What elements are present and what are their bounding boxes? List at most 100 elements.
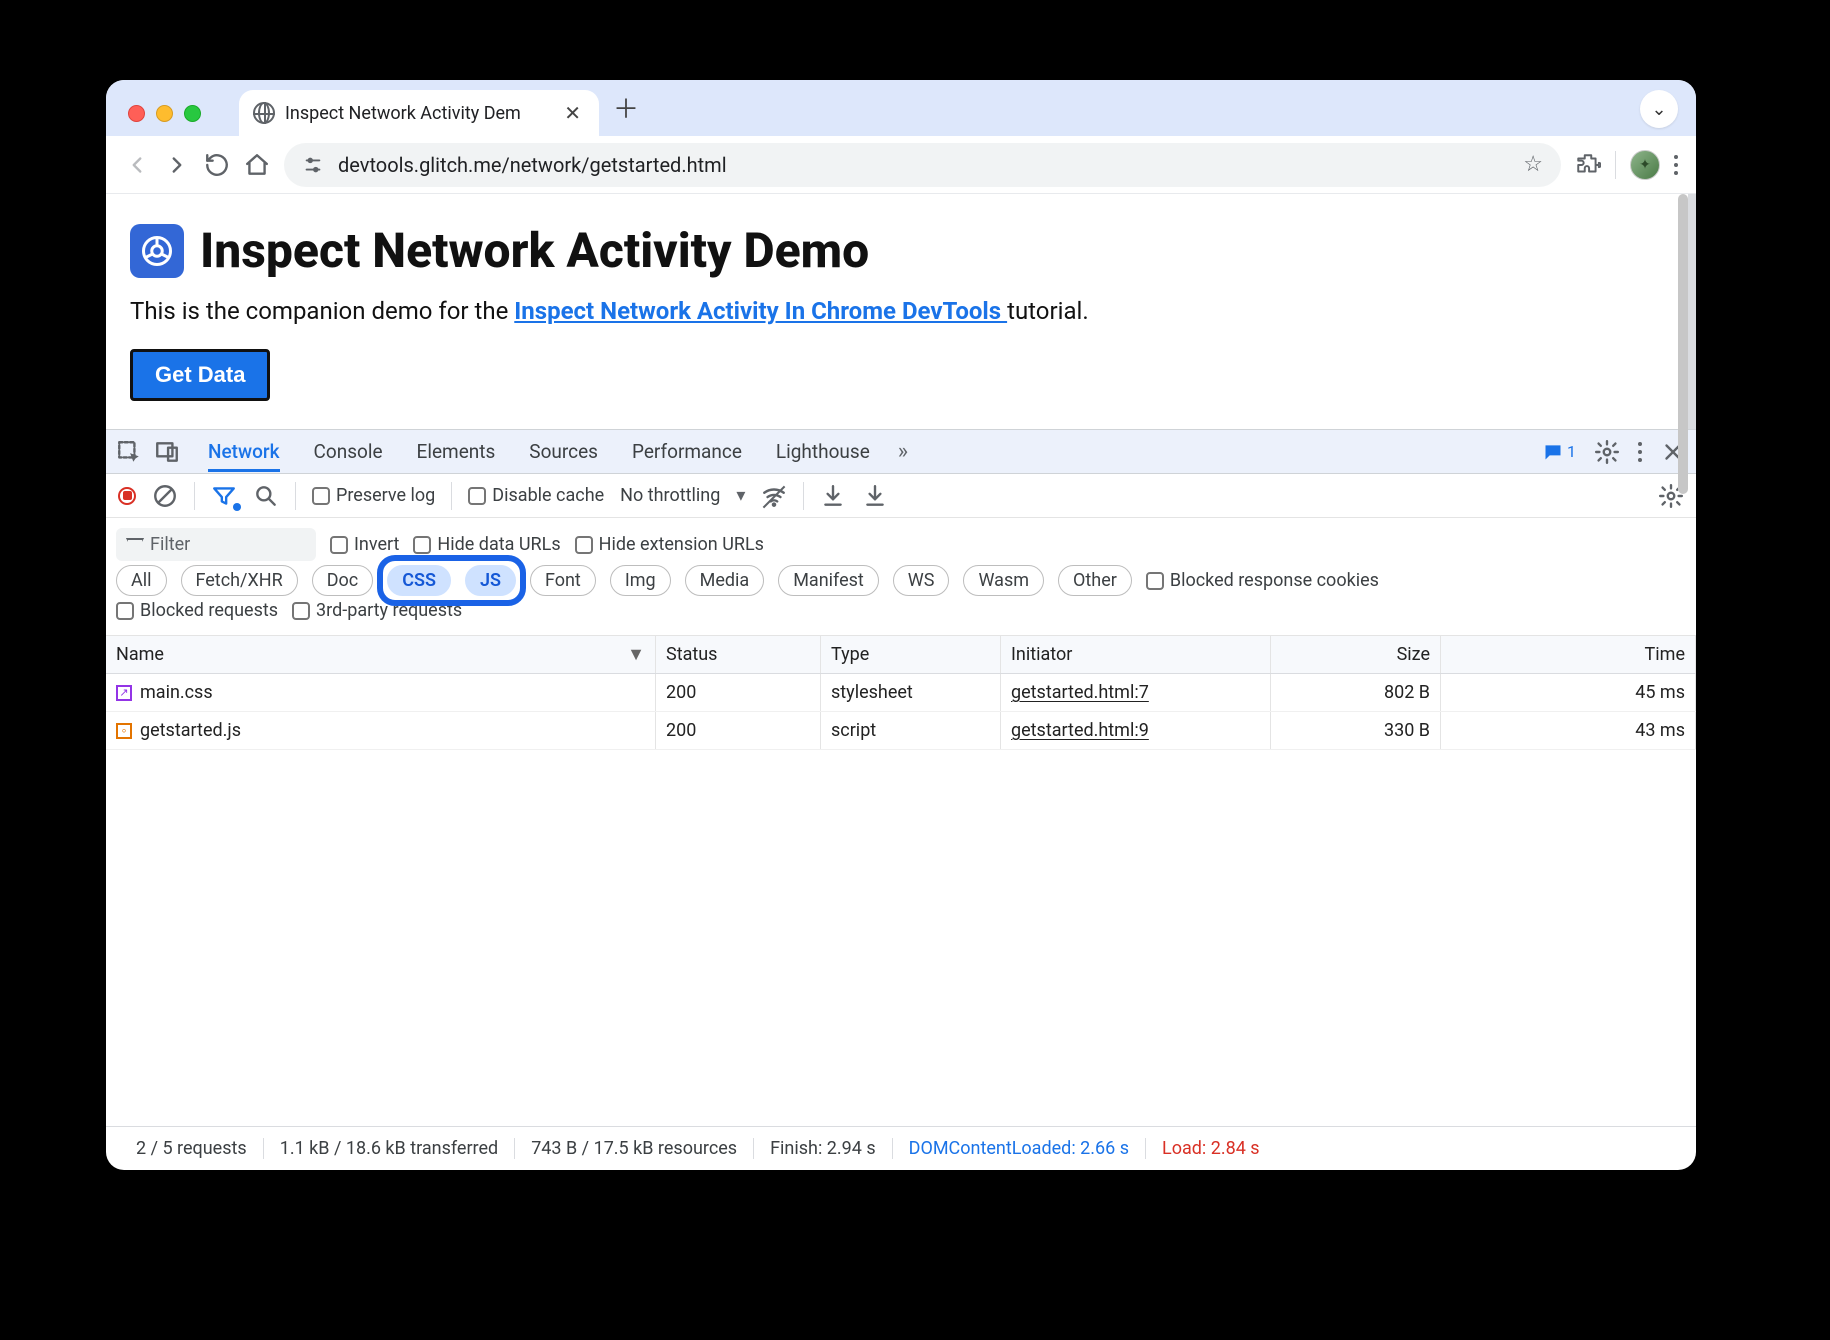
blocked-response-cookies-checkbox[interactable]: Blocked response cookies [1146, 570, 1379, 591]
table-row[interactable]: getstarted.js200scriptgetstarted.html:93… [106, 712, 1696, 750]
get-data-button[interactable]: Get Data [130, 349, 270, 401]
back-button[interactable] [124, 152, 150, 178]
intro-suffix: tutorial. [1007, 297, 1089, 325]
network-conditions-icon[interactable] [761, 483, 787, 509]
tab-title: Inspect Network Activity Dem [285, 103, 521, 124]
search-icon[interactable] [253, 483, 279, 509]
status-load: Load: 2.84 s [1146, 1138, 1276, 1159]
home-button[interactable] [244, 152, 270, 178]
filter-toggle-icon[interactable] [211, 483, 237, 509]
tutorial-link[interactable]: Inspect Network Activity In Chrome DevTo… [514, 297, 1007, 325]
filter-type-manifest[interactable]: Manifest [778, 565, 879, 596]
browser-tab[interactable]: Inspect Network Activity Dem ✕ [239, 90, 599, 136]
throttling-select[interactable]: No throttling [620, 485, 745, 506]
filter-type-wasm[interactable]: Wasm [963, 565, 1044, 596]
invert-checkbox[interactable]: Invert [330, 534, 399, 555]
issues-button[interactable]: 1 [1543, 442, 1576, 462]
more-tabs-button[interactable]: » [898, 439, 908, 464]
separator [194, 482, 195, 510]
devtools-tab-lighthouse[interactable]: Lighthouse [776, 440, 870, 463]
filter-input[interactable]: Filter [116, 528, 316, 561]
browser-toolbar: devtools.glitch.me/network/getstarted.ht… [106, 136, 1696, 194]
reload-button[interactable] [204, 152, 230, 178]
inspect-element-icon[interactable] [116, 439, 142, 465]
separator [1615, 151, 1616, 179]
table-body: main.css200stylesheetgetstarted.html:780… [106, 674, 1696, 1126]
status-requests: 2 / 5 requests [120, 1138, 264, 1159]
network-request-table: Name▼ Status Type Initiator Size Time ma… [106, 636, 1696, 1126]
new-tab-button[interactable]: ＋ [613, 89, 639, 136]
sort-indicator-icon: ▼ [627, 644, 645, 665]
forward-button[interactable] [164, 152, 190, 178]
issues-count: 1 [1567, 442, 1576, 461]
separator [295, 482, 296, 510]
status-resources: 743 B / 17.5 kB resources [515, 1138, 754, 1159]
devtools-tab-performance[interactable]: Performance [632, 440, 742, 463]
tab-strip: Inspect Network Activity Dem ✕ ＋ ⌄ [106, 80, 1696, 136]
devtools-tab-sources[interactable]: Sources [529, 440, 598, 463]
browser-menu-button[interactable] [1674, 155, 1678, 175]
filter-type-ws[interactable]: WS [893, 565, 950, 596]
maximize-window-button[interactable] [184, 105, 201, 122]
devtools-tab-console[interactable]: Console [314, 440, 383, 463]
filter-type-js[interactable]: JS [465, 565, 516, 596]
devtools-menu-button[interactable] [1638, 442, 1642, 462]
blocked-requests-checkbox[interactable]: Blocked requests [116, 600, 278, 621]
extensions-button[interactable] [1575, 152, 1601, 178]
filter-type-fetchxhr[interactable]: Fetch/XHR [181, 565, 298, 596]
request-time: 45 ms [1441, 674, 1696, 711]
filter-type-doc[interactable]: Doc [312, 565, 374, 596]
filter-type-other[interactable]: Other [1058, 565, 1132, 596]
column-name[interactable]: Name▼ [106, 636, 656, 673]
devtools-settings-icon[interactable] [1594, 439, 1620, 465]
minimize-window-button[interactable] [156, 105, 173, 122]
tab-close-button[interactable]: ✕ [560, 101, 585, 125]
bookmark-button[interactable]: ☆ [1523, 152, 1543, 177]
column-initiator[interactable]: Initiator [1001, 636, 1271, 673]
network-toolbar: Preserve log Disable cache No throttling [106, 474, 1696, 518]
filter-type-css[interactable]: CSS [387, 565, 451, 596]
devtools-tabstrip: Network Console Elements Sources Performance… [106, 430, 1696, 474]
heading-text: Inspect Network Activity Demo [200, 222, 869, 279]
column-time[interactable]: Time [1441, 636, 1696, 673]
page-heading: Inspect Network Activity Demo [130, 222, 1664, 279]
network-status-bar: 2 / 5 requests 1.1 kB / 18.6 kB transfer… [106, 1126, 1696, 1170]
table-row[interactable]: main.css200stylesheetgetstarted.html:780… [106, 674, 1696, 712]
preserve-log-checkbox[interactable]: Preserve log [312, 485, 435, 506]
filter-type-all[interactable]: All [116, 565, 167, 596]
record-button[interactable] [118, 487, 136, 505]
disable-cache-checkbox[interactable]: Disable cache [468, 485, 604, 506]
devtools-tabs: NetworkConsoleElementsSourcesPerformance… [208, 440, 870, 464]
devtools-tab-elements[interactable]: Elements [417, 440, 496, 463]
hide-extension-urls-checkbox[interactable]: Hide extension URLs [575, 534, 764, 555]
site-settings-icon[interactable] [302, 154, 324, 176]
filter-type-font[interactable]: Font [530, 565, 596, 596]
window-controls [118, 105, 211, 136]
third-party-checkbox[interactable]: 3rd-party requests [292, 600, 462, 621]
devtools-panel: Network Console Elements Sources Performance… [106, 429, 1696, 1170]
column-size[interactable]: Size [1271, 636, 1441, 673]
initiator-link[interactable]: getstarted.html:9 [1011, 720, 1149, 741]
filter-type-img[interactable]: Img [610, 565, 671, 596]
initiator-link[interactable]: getstarted.html:7 [1011, 682, 1149, 703]
page-scrollbar[interactable] [1678, 194, 1688, 494]
close-window-button[interactable] [128, 105, 145, 122]
hide-data-urls-checkbox[interactable]: Hide data URLs [413, 534, 560, 555]
tab-search-button[interactable]: ⌄ [1640, 90, 1678, 128]
url-text: devtools.glitch.me/network/getstarted.ht… [338, 153, 1509, 177]
profile-avatar[interactable] [1630, 150, 1660, 180]
status-transferred: 1.1 kB / 18.6 kB transferred [264, 1138, 515, 1159]
globe-icon [253, 102, 275, 124]
request-name: getstarted.js [140, 720, 241, 741]
resource-type-filters: All Fetch/XHR Doc CSS JS Font Img Media Manifest… [116, 565, 1686, 596]
column-type[interactable]: Type [821, 636, 1001, 673]
request-size: 802 B [1271, 674, 1441, 711]
export-har-icon[interactable] [862, 483, 888, 509]
device-toolbar-icon[interactable] [154, 439, 180, 465]
address-bar[interactable]: devtools.glitch.me/network/getstarted.ht… [284, 143, 1561, 187]
import-har-icon[interactable] [820, 483, 846, 509]
filter-type-media[interactable]: Media [685, 565, 765, 596]
clear-button[interactable] [152, 483, 178, 509]
devtools-tab-network[interactable]: Network [208, 440, 280, 472]
column-status[interactable]: Status [656, 636, 821, 673]
